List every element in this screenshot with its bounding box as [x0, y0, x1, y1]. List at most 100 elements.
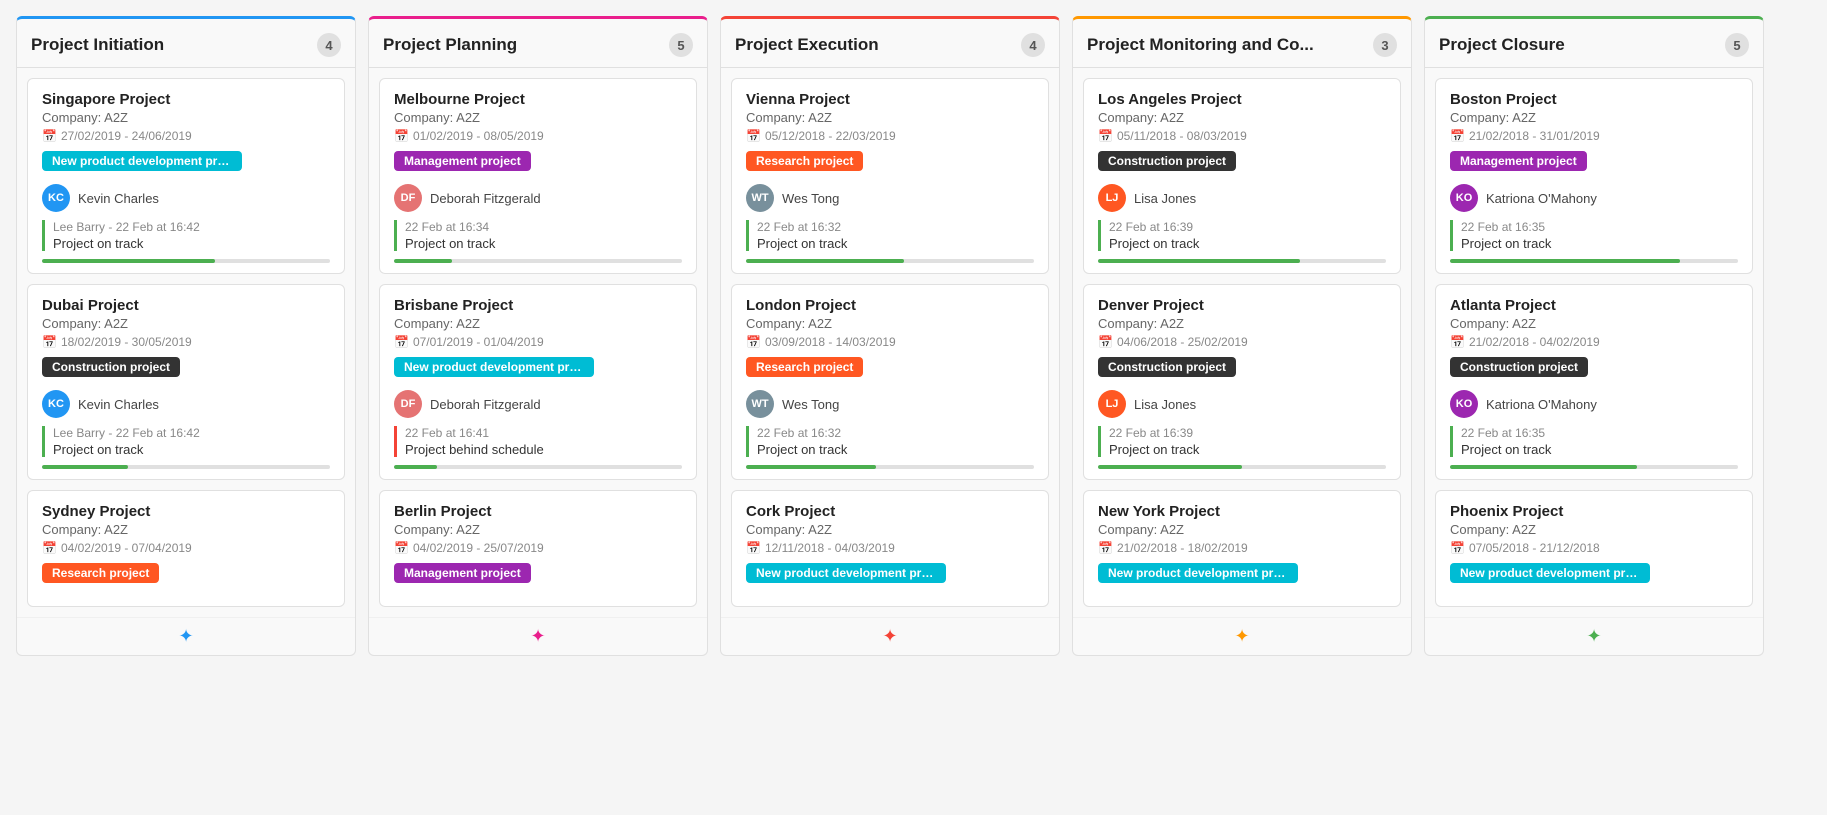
card[interactable]: New York Project Company: A2Z 📅 21/02/20…: [1083, 490, 1401, 607]
card-company: Company: A2Z: [394, 110, 682, 125]
card-title: Cork Project: [746, 503, 1034, 520]
status-date: 22 Feb at 16:32: [757, 426, 1034, 440]
card-title: New York Project: [1098, 503, 1386, 520]
column-body[interactable]: Melbourne Project Company: A2Z 📅 01/02/2…: [369, 68, 707, 617]
card[interactable]: Sydney Project Company: A2Z 📅 04/02/2019…: [27, 490, 345, 607]
column-header: Project Initiation 4: [17, 19, 355, 68]
column-body[interactable]: Vienna Project Company: A2Z 📅 05/12/2018…: [721, 68, 1059, 617]
column-title: Project Closure: [1439, 35, 1565, 55]
card-title: London Project: [746, 297, 1034, 314]
column-count: 5: [1725, 33, 1749, 57]
assignee-name: Kevin Charles: [78, 191, 159, 206]
card-title: Denver Project: [1098, 297, 1386, 314]
progress-bar-fill: [1450, 465, 1637, 469]
card-title: Singapore Project: [42, 91, 330, 108]
card-tag: New product development pro...: [1098, 563, 1298, 583]
card-company: Company: A2Z: [1098, 316, 1386, 331]
card-company: Company: A2Z: [1098, 110, 1386, 125]
status-text: Project on track: [1461, 442, 1738, 457]
status-section: 22 Feb at 16:39 Project on track: [1098, 426, 1386, 457]
card[interactable]: Boston Project Company: A2Z 📅 21/02/2018…: [1435, 78, 1753, 274]
avatar: KO: [1450, 184, 1478, 212]
column-header: Project Monitoring and Co... 3: [1073, 19, 1411, 68]
card-date: 📅 07/01/2019 - 01/04/2019: [394, 335, 682, 349]
column-planning: Project Planning 5 Melbourne Project Com…: [368, 16, 708, 656]
assignee-name: Deborah Fitzgerald: [430, 397, 541, 412]
calendar-icon: 📅: [1098, 129, 1113, 143]
card-tag: New product development pro...: [746, 563, 946, 583]
avatar: WT: [746, 390, 774, 418]
card-company: Company: A2Z: [746, 110, 1034, 125]
column-monitoring: Project Monitoring and Co... 3 Los Angel…: [1072, 16, 1412, 656]
avatar: WT: [746, 184, 774, 212]
column-count: 5: [669, 33, 693, 57]
calendar-icon: 📅: [746, 541, 761, 555]
progress-bar-bg: [1450, 465, 1738, 469]
progress-bar-bg: [394, 465, 682, 469]
add-card-icon[interactable]: ✦: [882, 626, 897, 647]
card[interactable]: Cork Project Company: A2Z 📅 12/11/2018 -…: [731, 490, 1049, 607]
assignee-name: Wes Tong: [782, 191, 839, 206]
status-date: 22 Feb at 16:35: [1461, 426, 1738, 440]
card-title: Atlanta Project: [1450, 297, 1738, 314]
card-company: Company: A2Z: [42, 522, 330, 537]
card-title: Sydney Project: [42, 503, 330, 520]
card[interactable]: Denver Project Company: A2Z 📅 04/06/2018…: [1083, 284, 1401, 480]
status-section: 22 Feb at 16:35 Project on track: [1450, 426, 1738, 457]
progress-bar-fill: [746, 465, 876, 469]
status-date: Lee Barry - 22 Feb at 16:42: [53, 220, 330, 234]
progress-bar-fill: [42, 465, 128, 469]
card[interactable]: Dubai Project Company: A2Z 📅 18/02/2019 …: [27, 284, 345, 480]
status-date: 22 Feb at 16:35: [1461, 220, 1738, 234]
assignee-name: Kevin Charles: [78, 397, 159, 412]
card-date: 📅 05/11/2018 - 08/03/2019: [1098, 129, 1386, 143]
card-title: Melbourne Project: [394, 91, 682, 108]
calendar-icon: 📅: [1450, 129, 1465, 143]
progress-bar-bg: [394, 259, 682, 263]
card[interactable]: Vienna Project Company: A2Z 📅 05/12/2018…: [731, 78, 1049, 274]
add-card-icon[interactable]: ✦: [178, 626, 193, 647]
card[interactable]: Los Angeles Project Company: A2Z 📅 05/11…: [1083, 78, 1401, 274]
avatar: DF: [394, 184, 422, 212]
card-title: Brisbane Project: [394, 297, 682, 314]
card-title: Vienna Project: [746, 91, 1034, 108]
card-tag: Construction project: [42, 357, 180, 377]
card-tag: Research project: [746, 357, 863, 377]
card-title: Dubai Project: [42, 297, 330, 314]
card[interactable]: Singapore Project Company: A2Z 📅 27/02/2…: [27, 78, 345, 274]
calendar-icon: 📅: [42, 541, 57, 555]
calendar-icon: 📅: [746, 129, 761, 143]
progress-bar-fill: [42, 259, 215, 263]
add-card-icon[interactable]: ✦: [1586, 626, 1601, 647]
assignee-name: Katriona O'Mahony: [1486, 397, 1597, 412]
card-date: 📅 05/12/2018 - 22/03/2019: [746, 129, 1034, 143]
avatar: LJ: [1098, 184, 1126, 212]
avatar-row: LJ Lisa Jones: [1098, 184, 1386, 212]
add-card-icon[interactable]: ✦: [530, 626, 545, 647]
avatar-row: KC Kevin Charles: [42, 390, 330, 418]
card[interactable]: Phoenix Project Company: A2Z 📅 07/05/201…: [1435, 490, 1753, 607]
progress-bar-fill: [394, 259, 452, 263]
status-date: 22 Feb at 16:41: [405, 426, 682, 440]
kanban-board: Project Initiation 4 Singapore Project C…: [16, 16, 1811, 656]
card[interactable]: Atlanta Project Company: A2Z 📅 21/02/201…: [1435, 284, 1753, 480]
calendar-icon: 📅: [1450, 335, 1465, 349]
card-company: Company: A2Z: [42, 110, 330, 125]
add-card-icon[interactable]: ✦: [1234, 626, 1249, 647]
status-text: Project on track: [1109, 236, 1386, 251]
column-body[interactable]: Singapore Project Company: A2Z 📅 27/02/2…: [17, 68, 355, 617]
avatar: KC: [42, 390, 70, 418]
column-body[interactable]: Los Angeles Project Company: A2Z 📅 05/11…: [1073, 68, 1411, 617]
status-date: 22 Feb at 16:34: [405, 220, 682, 234]
column-body[interactable]: Boston Project Company: A2Z 📅 21/02/2018…: [1425, 68, 1763, 617]
card[interactable]: Melbourne Project Company: A2Z 📅 01/02/2…: [379, 78, 697, 274]
card-title: Boston Project: [1450, 91, 1738, 108]
card-tag: Construction project: [1450, 357, 1588, 377]
card-tag: Management project: [394, 151, 531, 171]
card[interactable]: Brisbane Project Company: A2Z 📅 07/01/20…: [379, 284, 697, 480]
card[interactable]: Berlin Project Company: A2Z 📅 04/02/2019…: [379, 490, 697, 607]
avatar-row: KO Katriona O'Mahony: [1450, 184, 1738, 212]
status-date: Lee Barry - 22 Feb at 16:42: [53, 426, 330, 440]
card[interactable]: London Project Company: A2Z 📅 03/09/2018…: [731, 284, 1049, 480]
column-footer: ✦: [1425, 617, 1763, 655]
